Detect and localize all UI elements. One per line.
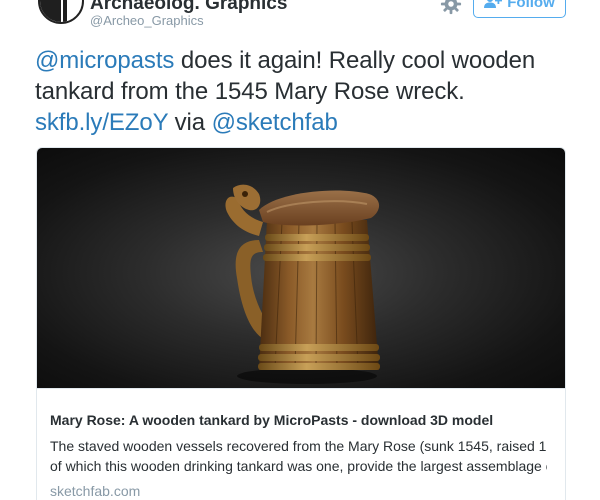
card-title[interactable]: Mary Rose: A wooden tankard by MicroPast…: [50, 412, 560, 428]
follow-button-label: Follow: [507, 0, 555, 11]
user-handle[interactable]: @Archeo_Graphics: [90, 13, 204, 28]
card-image[interactable]: [37, 148, 565, 388]
card-description-line: of which this wooden drinking tankard wa…: [50, 458, 547, 474]
avatar-logo-bar: [63, 0, 67, 22]
tweet-text-via: via: [168, 109, 212, 136]
short-url-link[interactable]: skfb.ly/EZoY: [35, 109, 168, 136]
mention-link-micropasts[interactable]: @micropasts: [35, 47, 174, 74]
card-domain[interactable]: sketchfab.com: [50, 483, 140, 499]
wooden-tankard-image: [225, 184, 380, 384]
tweet-text: @micropasts does it again! Really cool w…: [35, 45, 575, 138]
tweet-view: Archaeolog. Graphics @Archeo_Graphics Fo…: [0, 0, 600, 500]
avatar-logo-left: [40, 0, 61, 22]
card-description: The staved wooden vessels recovered from…: [50, 436, 547, 476]
avatar[interactable]: [38, 0, 84, 24]
mention-link-sketchfab[interactable]: @sketchfab: [212, 109, 338, 136]
card-body: Mary Rose: A wooden tankard by MicroPast…: [37, 388, 565, 500]
gear-icon[interactable]: [440, 0, 462, 15]
link-preview-card[interactable]: Mary Rose: A wooden tankard by MicroPast…: [36, 147, 566, 500]
follow-button[interactable]: Follow: [473, 0, 566, 18]
card-description-line: The staved wooden vessels recovered from…: [50, 438, 547, 454]
follow-user-plus-icon: [484, 0, 503, 8]
